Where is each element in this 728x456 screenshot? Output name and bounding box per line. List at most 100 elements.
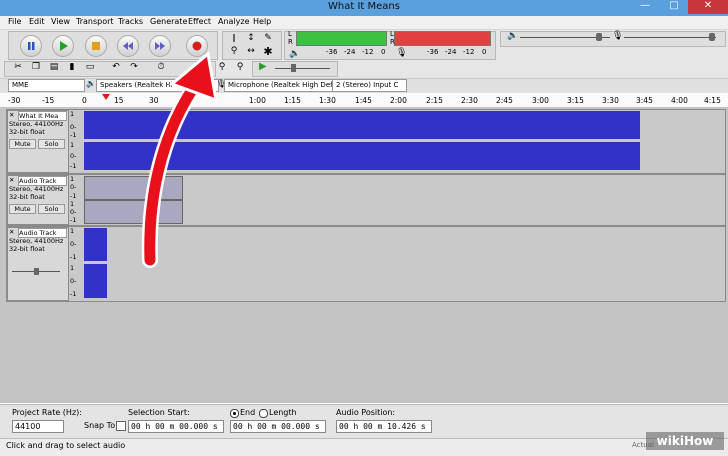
track-2-scale: 0-	[70, 208, 77, 216]
draw-tool-icon[interactable]: ✎	[262, 33, 274, 44]
pause-button[interactable]	[20, 35, 42, 57]
track-2-scale: -1	[70, 192, 77, 200]
ruler-tick: 2:30	[461, 96, 478, 105]
track-3-waveform-left	[84, 228, 107, 261]
status-text: Click and drag to select audio	[6, 441, 126, 450]
menu-edit[interactable]: Edit	[29, 17, 45, 26]
audio-position-field[interactable]: 00 h 00 m 10.426 s	[336, 420, 432, 433]
track-2-scale: 0-	[70, 183, 77, 191]
menu-effect[interactable]: Effect	[188, 17, 211, 26]
ruler-tick: 1:00	[249, 96, 266, 105]
track-1-info: Stereo, 44100Hz	[9, 120, 64, 128]
track-3-scale: 1	[70, 264, 75, 272]
copy-icon[interactable]: ❐	[30, 62, 42, 73]
silence-icon[interactable]: ▭	[84, 62, 96, 73]
multi-tool-icon[interactable]: ✱	[262, 46, 274, 57]
output-volume-icon: 🔈	[507, 31, 519, 41]
meter-tick: -24	[344, 48, 356, 56]
speaker-icon: 🔈	[289, 49, 301, 59]
meter-tick: 0	[381, 48, 386, 56]
playback-meter	[296, 31, 387, 46]
play-speed-thumb[interactable]	[291, 64, 296, 72]
input-channels-select[interactable]: 2 (Stereo) Input C	[332, 79, 407, 92]
track-3-format: 32-bit float	[9, 245, 45, 253]
track-1-format: 32-bit float	[9, 128, 45, 136]
maximize-button[interactable]: □	[660, 0, 688, 14]
ruler-tick: -15	[42, 96, 55, 105]
menu-view[interactable]: View	[51, 17, 70, 26]
window-title: What It Means	[328, 1, 400, 12]
input-device-select[interactable]: Microphone (Realtek High Defi	[224, 79, 333, 92]
close-button[interactable]: ✕	[688, 0, 728, 14]
track-3-close-icon[interactable]: ✕	[9, 228, 14, 236]
track-2-format: 32-bit float	[9, 193, 45, 201]
snap-to-checkbox[interactable]	[116, 421, 126, 431]
rec-meter-tick: -12	[463, 48, 475, 56]
track-2-solo-button[interactable]: Solo	[38, 204, 65, 214]
ruler-tick: 1:30	[319, 96, 336, 105]
selection-tool-icon[interactable]: I	[228, 33, 240, 44]
track-1-scale: 0-	[70, 152, 77, 160]
selection-start-label: Selection Start:	[128, 408, 190, 417]
ruler-tick: 1:45	[355, 96, 372, 105]
input-volume-thumb[interactable]	[709, 33, 715, 41]
rec-meter-tick: -24	[445, 48, 457, 56]
project-rate-value: 44100	[15, 422, 41, 431]
track-1-scale: -1	[70, 162, 77, 170]
play-at-speed-icon[interactable]: ▶	[259, 61, 267, 72]
snap-to-label: Snap To	[84, 421, 116, 430]
track-3-scale: -1	[70, 253, 77, 261]
microphone-icon: 🎙	[396, 48, 408, 58]
menu-help[interactable]: Help	[253, 17, 271, 26]
undo-icon[interactable]: ↶	[110, 62, 122, 73]
track-2-mute-button[interactable]: Mute	[9, 204, 36, 214]
rec-meter-left-label: L	[390, 30, 394, 38]
track-2-info: Stereo, 44100Hz	[9, 185, 64, 193]
menu-transport[interactable]: Transport	[76, 17, 114, 26]
track-2-close-icon[interactable]: ✕	[9, 176, 14, 184]
audio-host-value: MME	[12, 81, 29, 89]
track-2-scale: 1	[70, 200, 75, 208]
menu-generate[interactable]: Generate	[150, 17, 187, 26]
input-volume-slider[interactable]	[624, 37, 716, 38]
rec-meter-tick: -36	[427, 48, 439, 56]
ruler-tick: 3:45	[636, 96, 653, 105]
ruler-tick: 4:00	[671, 96, 688, 105]
track-3-gain-thumb[interactable]	[34, 268, 39, 275]
meter-left-label: L	[288, 30, 292, 38]
ruler-tick: 3:15	[567, 96, 584, 105]
stop-button[interactable]	[85, 35, 107, 57]
project-rate-select[interactable]: 44100	[12, 420, 64, 433]
menu-analyze[interactable]: Analyze	[218, 17, 250, 26]
ruler-tick: 3:00	[532, 96, 549, 105]
track-3-info: Stereo, 44100Hz	[9, 237, 64, 245]
track-1-scale: -1	[70, 131, 77, 139]
audio-host-select[interactable]: MME	[8, 79, 85, 92]
track-1-solo-button[interactable]: Solo	[38, 139, 65, 149]
selection-start-field[interactable]: 00 h 00 m 00.000 s	[128, 420, 224, 433]
watermark-logo: wikiHow	[646, 432, 724, 450]
output-volume-thumb[interactable]	[596, 33, 602, 41]
track-1-mute-button[interactable]: Mute	[9, 139, 36, 149]
track-1-close-icon[interactable]: ✕	[9, 111, 14, 119]
menu-tracks[interactable]: Tracks	[118, 17, 143, 26]
track-3-scale: 0-	[70, 240, 77, 248]
selection-end-field[interactable]: 00 h 00 m 00.000 s	[230, 420, 326, 433]
ruler-tick: 4:15	[704, 96, 721, 105]
ruler-tick: 2:00	[390, 96, 407, 105]
envelope-tool-icon[interactable]: ↕	[245, 33, 257, 44]
trim-icon[interactable]: ▮	[66, 62, 78, 73]
ruler-tick: 2:45	[496, 96, 513, 105]
cut-icon[interactable]: ✂	[12, 62, 24, 73]
menu-file[interactable]: File	[8, 17, 21, 26]
length-radio[interactable]	[259, 409, 268, 418]
track-3-scale: 0-	[70, 277, 77, 285]
time-shift-tool-icon[interactable]: ↔	[245, 46, 257, 57]
ruler-tick: 2:15	[426, 96, 443, 105]
paste-icon[interactable]: ▤	[48, 62, 60, 73]
end-radio[interactable]	[230, 409, 239, 418]
playhead-marker[interactable]	[102, 94, 110, 100]
minimize-button[interactable]: —	[630, 0, 660, 14]
play-speed-slider[interactable]	[275, 68, 330, 69]
play-button[interactable]	[52, 35, 74, 57]
